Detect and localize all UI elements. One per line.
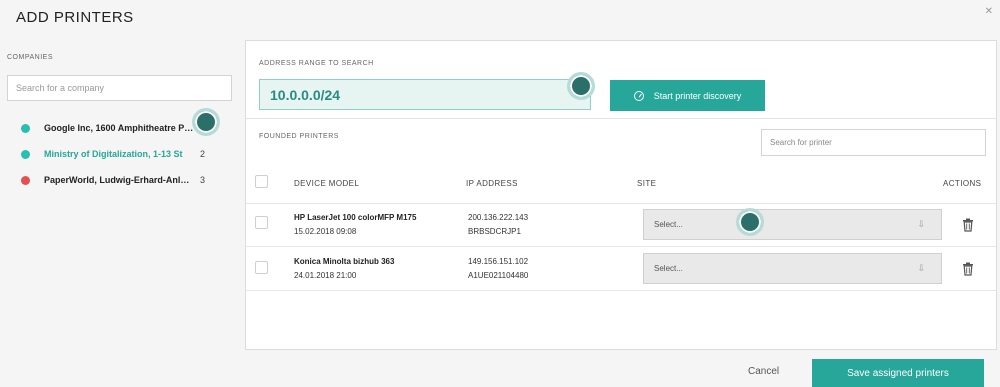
row-checkbox[interactable] <box>255 261 268 274</box>
divider <box>246 246 996 247</box>
divider <box>246 290 996 291</box>
status-dot-icon <box>21 123 30 133</box>
company-search-input[interactable] <box>7 75 232 101</box>
hostname: BRBSDCRJP1 <box>468 227 521 236</box>
company-name: PaperWorld, Ludwig-Erhard-Anlage <box>44 175 194 185</box>
close-icon[interactable]: ✕ <box>985 6 993 17</box>
header-ip-address: IP ADDRESS <box>466 179 518 188</box>
save-assigned-printers-button[interactable]: Save assigned printers <box>812 359 984 387</box>
trash-icon[interactable] <box>962 262 974 276</box>
device-model: HP LaserJet 100 colorMFP M175 <box>294 213 417 222</box>
cursor-marker-icon <box>192 108 220 136</box>
dialog-title: ADD PRINTERS <box>16 9 134 26</box>
address-range-input[interactable] <box>259 79 591 110</box>
site-select[interactable]: Select... ⇩ <box>643 253 942 284</box>
company-name: Google Inc, 1600 Amphitheatre Parkway <box>44 123 194 133</box>
discovery-icon <box>633 90 644 101</box>
cancel-button[interactable]: Cancel <box>748 366 779 377</box>
printer-search-input[interactable] <box>761 129 986 156</box>
arrow-down-icon: ⇩ <box>917 263 925 273</box>
company-count: 2 <box>200 149 206 159</box>
header-device-model: DEVICE MODEL <box>294 179 360 188</box>
companies-label: COMPANIES <box>7 54 53 61</box>
header-site: SITE <box>637 179 657 188</box>
row-checkbox[interactable] <box>255 216 268 229</box>
status-dot-icon <box>21 175 30 185</box>
divider <box>246 203 996 204</box>
site-select[interactable]: Select... ⇩ <box>643 209 942 240</box>
ip-address: 200.136.222.143 <box>468 213 529 222</box>
site-select-value: Select... <box>654 220 683 229</box>
device-date: 24.01.2018 21:00 <box>294 271 357 280</box>
company-item-ministry[interactable]: Ministry of Digitalization, 1-13 St 2 <box>21 147 236 161</box>
arrow-down-icon: ⇩ <box>917 219 925 229</box>
hostname: A1UE021104480 <box>468 271 529 280</box>
device-date: 15.02.2018 09:08 <box>294 227 357 236</box>
select-all-checkbox[interactable] <box>255 175 268 188</box>
range-label: ADDRESS RANGE TO SEARCH <box>259 60 374 67</box>
start-discovery-button[interactable]: Start printer discovery <box>610 80 765 111</box>
company-item-paperworld[interactable]: PaperWorld, Ludwig-Erhard-Anlage 3 <box>21 173 236 187</box>
found-printers-label: FOUNDED PRINTERS <box>259 133 339 140</box>
device-model: Konica Minolta bizhub 363 <box>294 257 395 266</box>
status-dot-icon <box>21 149 30 159</box>
cursor-marker-icon <box>567 72 595 100</box>
ip-address: 149.156.151.102 <box>468 257 529 266</box>
company-name: Ministry of Digitalization, 1-13 St <box>44 149 183 159</box>
printer-panel: ADDRESS RANGE TO SEARCH Start printer di… <box>245 40 997 350</box>
cursor-marker-icon <box>736 208 764 236</box>
company-count: 3 <box>200 175 206 185</box>
site-select-value: Select... <box>654 264 683 273</box>
discovery-label: Start printer discovery <box>653 90 742 101</box>
trash-icon[interactable] <box>962 218 974 232</box>
header-actions: ACTIONS <box>943 179 982 188</box>
